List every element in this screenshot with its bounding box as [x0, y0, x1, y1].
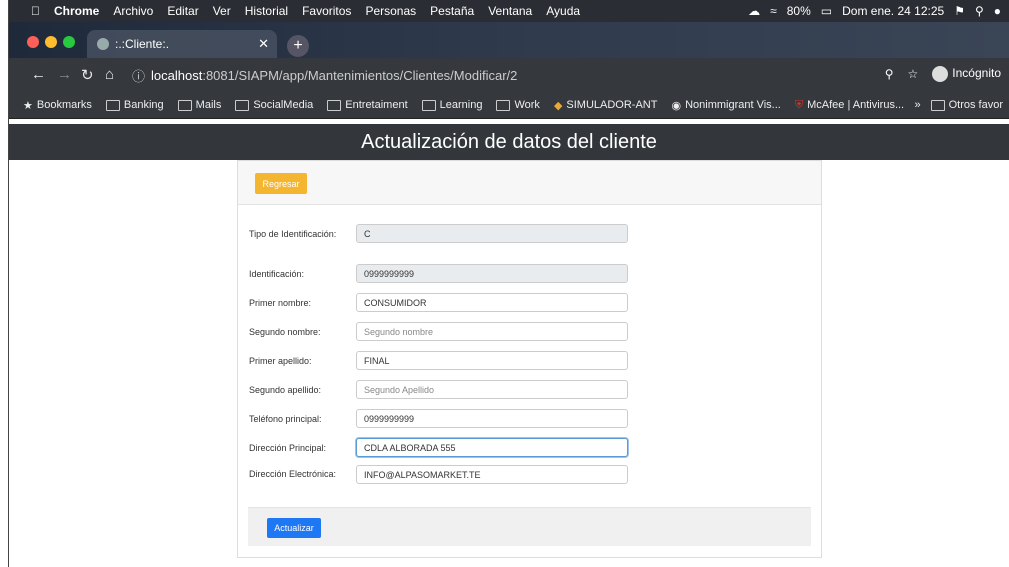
bookmarks-bar: ★ Bookmarks Banking Mails SocialMedia Ent…	[9, 92, 1009, 119]
identificacion-input[interactable]: 0999999999	[356, 264, 628, 283]
new-tab-button[interactable]: +	[287, 35, 309, 57]
bookmark-learning[interactable]: Learning	[421, 99, 482, 111]
apple-icon[interactable]: 	[31, 4, 40, 18]
bookmark-banking[interactable]: Banking	[105, 99, 164, 111]
tipo-identificacion-input[interactable]: C	[356, 224, 628, 243]
folder-icon	[235, 99, 250, 111]
bookmark-socialmedia[interactable]: SocialMedia	[235, 99, 313, 111]
folder-icon	[930, 99, 945, 111]
primer-apellido-input[interactable]: FINAL	[356, 351, 628, 370]
field-label: Tipo de Identificación:	[249, 229, 337, 239]
star-icon[interactable]: ☆	[908, 67, 919, 81]
menu-ventana[interactable]: Ventana	[488, 4, 532, 18]
field-label: Segundo apellido:	[249, 385, 322, 395]
wifi-icon[interactable]: ≈	[770, 4, 777, 18]
cloud-icon[interactable]: ☁	[748, 4, 760, 18]
field-label: Teléfono principal:	[249, 414, 322, 424]
url-host: localhost	[151, 67, 203, 83]
incognito-label: Incógnito	[952, 66, 1001, 81]
field-label: Dirección Principal:	[249, 443, 327, 453]
menubar-status: ☁ ≈ 80% ▭ Dom ene. 24 12:25 ⚑ ⚲ ●	[748, 0, 1001, 22]
card-header: Regresar	[238, 161, 821, 205]
browser-window:  Chrome Archivo Editar Ver Historial Fa…	[8, 0, 1009, 567]
menu-chrome[interactable]: Chrome	[54, 4, 99, 18]
folder-icon	[177, 99, 192, 111]
direccion-electronica-input[interactable]: INFO@ALPASOMARKET.TE	[356, 465, 628, 484]
segundo-apellido-input[interactable]: Segundo Apellido	[356, 380, 628, 399]
update-button[interactable]: Actualizar	[267, 518, 321, 538]
tab-title: :.:Cliente:.	[115, 37, 170, 51]
tab-strip: :.:Cliente:. ✕ +	[9, 22, 1009, 58]
incognito-badge[interactable]: Incógnito	[932, 66, 1001, 82]
browser-toolbar: ← → ↻ ⌂ ⓘ localhost:8081/SIAPM/app/Mante…	[9, 58, 1009, 92]
home-icon[interactable]: ⌂	[105, 66, 114, 83]
field-label: Dirección Electrónica:	[249, 469, 337, 479]
menu-archivo[interactable]: Archivo	[113, 4, 153, 18]
form-card: Regresar Tipo de Identificación: C Ident…	[237, 160, 822, 558]
search-icon[interactable]: ⚲	[975, 4, 984, 18]
primer-nombre-input[interactable]: CONSUMIDOR	[356, 293, 628, 312]
bookmark-other[interactable]: Otros favor	[930, 99, 1003, 111]
close-window-icon[interactable]	[27, 36, 39, 48]
folder-icon	[327, 99, 342, 111]
menu-personas[interactable]: Personas	[365, 4, 416, 18]
bookmark-entretaiment[interactable]: Entretaiment	[327, 99, 408, 111]
folder-icon	[105, 99, 120, 111]
maximize-window-icon[interactable]	[63, 36, 75, 48]
bookmark-bookmarks[interactable]: ★ Bookmarks	[23, 99, 92, 112]
battery-icon[interactable]: ▭	[821, 4, 832, 18]
address-bar[interactable]: ⓘ localhost:8081/SIAPM/app/Mantenimiento…	[132, 64, 902, 86]
bookmark-mails[interactable]: Mails	[177, 99, 221, 111]
info-icon[interactable]: ⓘ	[132, 66, 145, 85]
battery-percent[interactable]: 80%	[787, 4, 811, 18]
field-label: Primer nombre:	[249, 298, 312, 308]
bookmark-simulador[interactable]: ◆ SIMULADOR-ANT	[554, 99, 658, 112]
zoom-icon[interactable]: ⚲	[885, 67, 894, 81]
menu-editar[interactable]: Editar	[167, 4, 198, 18]
bookmark-work[interactable]: Work	[496, 99, 540, 111]
star-icon: ★	[23, 99, 33, 112]
menu-ayuda[interactable]: Ayuda	[546, 4, 580, 18]
card-footer: Actualizar	[248, 507, 811, 546]
back-arrow-icon[interactable]: ←	[31, 66, 46, 83]
telefono-principal-input[interactable]: 0999999999	[356, 409, 628, 428]
direccion-principal-input[interactable]: CDLA ALBORADA 555	[356, 438, 628, 457]
menu-pestana[interactable]: Pestaña	[430, 4, 474, 18]
toolbar-right: ⚲ ☆ Incógnito	[885, 66, 1001, 82]
tab-favicon-icon	[97, 38, 109, 50]
shield-icon: ⛨	[794, 98, 804, 111]
bookmark-mcafee[interactable]: ⛨ McAfee | Antivirus...	[795, 99, 904, 112]
forward-arrow-icon[interactable]: →	[57, 66, 72, 83]
field-label: Segundo nombre:	[249, 327, 321, 337]
tab-close-icon[interactable]: ✕	[258, 36, 269, 52]
flag-icon[interactable]: ⚑	[954, 4, 965, 18]
siri-icon[interactable]: ●	[994, 4, 1001, 18]
field-label: Identificación:	[249, 269, 305, 279]
folder-icon	[421, 99, 436, 111]
minimize-window-icon[interactable]	[45, 36, 57, 48]
browser-tab[interactable]: :.:Cliente:. ✕	[87, 30, 277, 58]
menu-favoritos[interactable]: Favoritos	[302, 4, 351, 18]
seal-icon: ◉	[671, 99, 682, 112]
folder-icon	[496, 99, 511, 111]
menu-historial[interactable]: Historial	[245, 4, 288, 18]
segundo-nombre-input[interactable]: Segundo nombre	[356, 322, 628, 341]
field-label: Primer apellido:	[249, 356, 312, 366]
page-title: Actualización de datos del cliente	[9, 124, 1009, 160]
url-path: :8081/SIAPM/app/Mantenimientos/Clientes/…	[202, 67, 518, 83]
clock[interactable]: Dom ene. 24 12:25	[842, 4, 944, 18]
more-bookmarks-button[interactable]: »	[914, 99, 920, 111]
reload-icon[interactable]: ↻	[81, 66, 94, 84]
incognito-icon	[932, 66, 949, 82]
mac-menubar:  Chrome Archivo Editar Ver Historial Fa…	[9, 0, 1009, 22]
diamond-icon: ◆	[553, 99, 563, 112]
menu-ver[interactable]: Ver	[213, 4, 231, 18]
back-button[interactable]: Regresar	[255, 173, 307, 194]
bookmark-nonimmigrant[interactable]: ◉ Nonimmigrant Vis...	[671, 99, 780, 112]
